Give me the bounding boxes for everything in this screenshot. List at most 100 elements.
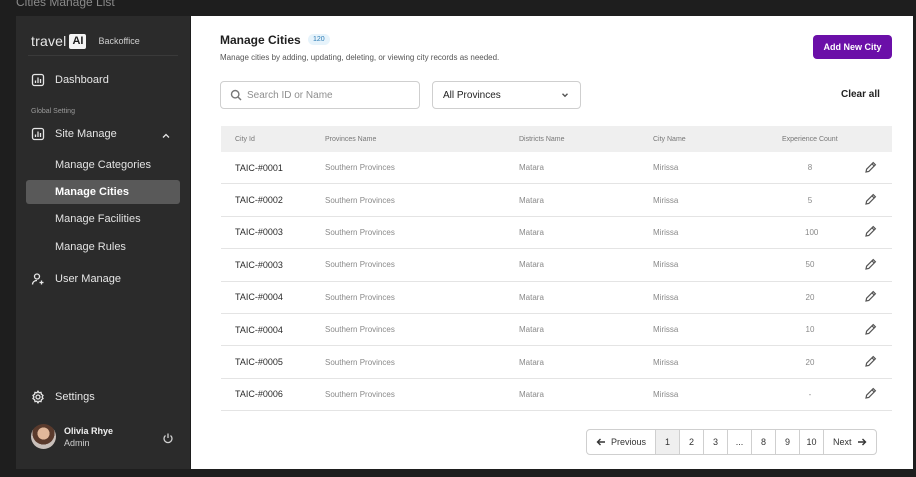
- count-badge: 120: [308, 34, 330, 45]
- search-field[interactable]: [220, 81, 420, 109]
- pencil-icon[interactable]: [865, 290, 879, 304]
- sidebar-item-settings[interactable]: Settings: [31, 390, 95, 404]
- experience-count-cell: 5: [807, 195, 813, 205]
- district-cell: Matara: [519, 292, 544, 302]
- province-cell: Southern Provinces: [325, 260, 395, 270]
- district-cell: Matara: [519, 195, 544, 205]
- city-id-cell: TAIC-#0004: [235, 324, 283, 335]
- sidebar-item-label: Dashboard: [55, 74, 109, 86]
- chevron-down-icon: [562, 93, 568, 98]
- search-input[interactable]: [247, 89, 407, 101]
- sidebar-item-site-manage[interactable]: Site Manage: [31, 127, 117, 141]
- city-name-cell: Mirissa: [653, 195, 679, 205]
- table-row: TAIC-#0005 Southern Provinces Matara Miriss…: [221, 346, 892, 379]
- sidebar-subitem-manage-facilities[interactable]: Manage Facilities: [26, 207, 180, 231]
- chevron-up-icon[interactable]: [160, 129, 172, 141]
- city-name-cell: Mirissa: [653, 325, 679, 335]
- page-button[interactable]: 2: [679, 430, 703, 454]
- previous-label: Previous: [611, 437, 647, 447]
- experience-count-cell: 10: [805, 325, 815, 335]
- pencil-icon[interactable]: [865, 258, 879, 272]
- province-select-value: All Provinces: [443, 89, 501, 101]
- brand-name: travel: [31, 33, 67, 49]
- province-cell: Southern Provinces: [325, 357, 395, 367]
- column-header[interactable]: Provinces Name: [325, 136, 376, 143]
- district-cell: Matara: [519, 163, 544, 173]
- city-id-cell: TAIC-#0002: [235, 195, 283, 206]
- sidebar: travel AI Backoffice Dashboard Global Se…: [16, 16, 190, 469]
- user-profile[interactable]: Olivia Rhye Admin: [31, 424, 113, 449]
- page-title: Manage Cities: [220, 33, 301, 47]
- district-cell: Matara: [519, 389, 544, 399]
- arrow-left-icon: [596, 438, 605, 446]
- table-row: TAIC-#0003 Southern Provinces Matara Miriss…: [221, 249, 892, 282]
- city-name-cell: Mirissa: [653, 163, 679, 173]
- pencil-icon[interactable]: [865, 161, 879, 175]
- city-id-cell: TAIC-#0006: [235, 389, 283, 400]
- next-page-button[interactable]: Next: [823, 430, 876, 454]
- page-button[interactable]: 3: [703, 430, 727, 454]
- experience-count-cell: 50: [805, 260, 815, 270]
- pencil-icon[interactable]: [865, 193, 879, 207]
- table-row: TAIC-#0004 Southern Provinces Matara Miriss…: [221, 314, 892, 347]
- experience-count-cell: 20: [805, 292, 815, 302]
- brand-subtitle: Backoffice: [98, 36, 140, 46]
- page-button[interactable]: 8: [751, 430, 775, 454]
- clear-all-button[interactable]: Clear all: [841, 89, 880, 100]
- power-icon[interactable]: [162, 431, 174, 444]
- user-plus-icon: [31, 272, 45, 286]
- window-title: Cities Manage List: [16, 0, 115, 9]
- brand-ai-badge: AI: [69, 33, 87, 49]
- district-cell: Matara: [519, 260, 544, 270]
- user-role: Admin: [64, 437, 90, 448]
- experience-count-cell: 8: [807, 163, 813, 173]
- city-id-cell: TAIC-#0003: [235, 259, 283, 270]
- province-select[interactable]: All Provinces: [432, 81, 581, 109]
- table-header: City Id Provinces Name Districts Name Ci…: [221, 126, 892, 152]
- province-cell: Southern Provinces: [325, 389, 395, 399]
- city-name-cell: Mirissa: [653, 260, 679, 270]
- city-id-cell: TAIC-#0001: [235, 162, 283, 173]
- pencil-icon[interactable]: [865, 225, 879, 239]
- pencil-icon[interactable]: [865, 355, 879, 369]
- chart-square-icon: [31, 127, 45, 141]
- page-button[interactable]: 10: [799, 430, 823, 454]
- experience-count-cell: -: [808, 389, 812, 399]
- pencil-icon[interactable]: [865, 387, 879, 401]
- pencil-icon[interactable]: [865, 323, 879, 337]
- sidebar-subitem-manage-rules[interactable]: Manage Rules: [26, 235, 180, 259]
- column-header[interactable]: City Id: [235, 136, 255, 143]
- sidebar-subitem-manage-categories[interactable]: Manage Categories: [26, 153, 180, 177]
- table-row: TAIC-#0006 Southern Provinces Matara Miriss…: [221, 379, 892, 412]
- avatar: [31, 424, 56, 449]
- page-ellipsis: ...: [727, 430, 751, 454]
- city-id-cell: TAIC-#0005: [235, 357, 283, 368]
- add-new-city-button[interactable]: Add New City: [813, 35, 892, 59]
- user-name: Olivia Rhye: [64, 425, 114, 436]
- city-id-cell: TAIC-#0004: [235, 292, 283, 303]
- search-icon: [230, 89, 242, 101]
- district-cell: Matara: [519, 325, 544, 335]
- previous-page-button[interactable]: Previous: [587, 430, 655, 454]
- column-header[interactable]: City Name: [653, 136, 686, 143]
- page-button[interactable]: 1: [655, 430, 680, 454]
- city-name-cell: Mirissa: [653, 292, 679, 302]
- table-row: TAIC-#0001 Southern Provinces Matara Miriss…: [221, 152, 892, 185]
- sidebar-item-dashboard[interactable]: Dashboard: [31, 73, 109, 87]
- column-header[interactable]: Experience Count: [782, 136, 838, 143]
- main-panel: Manage Cities 120 Manage cities by addin…: [191, 16, 913, 469]
- column-header[interactable]: Districts Name: [519, 136, 565, 143]
- section-label: Global Setting: [31, 108, 75, 115]
- city-id-cell: TAIC-#0003: [235, 227, 283, 238]
- table-row: TAIC-#0004 Southern Provinces Matara Miriss…: [221, 282, 892, 314]
- sidebar-item-label: Settings: [55, 391, 95, 403]
- sidebar-item-label: User Manage: [55, 273, 122, 285]
- divider: [28, 55, 178, 56]
- city-name-cell: Mirissa: [653, 389, 679, 399]
- sidebar-item-user-manage[interactable]: User Manage: [31, 272, 121, 286]
- page-description: Manage cities by adding, updating, delet…: [220, 53, 500, 62]
- sidebar-subitem-manage-cities[interactable]: Manage Cities: [26, 180, 180, 204]
- page-button[interactable]: 9: [775, 430, 799, 454]
- province-cell: Southern Provinces: [325, 227, 395, 237]
- brand-logo: travel AI Backoffice: [31, 33, 140, 49]
